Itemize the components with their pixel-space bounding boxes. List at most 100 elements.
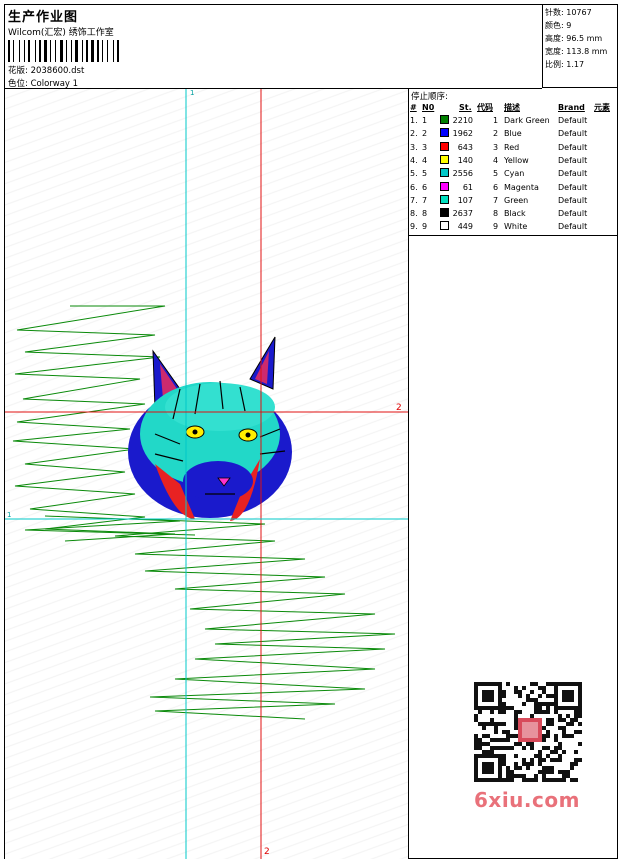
cat-head-embroidery: [128, 336, 292, 521]
thread-number: 9: [422, 222, 428, 232]
thread-row: 8. 8 2637 8 Black Default: [409, 207, 618, 220]
stat-height: 高度: 96.5 mm: [545, 34, 603, 43]
thread-index: 3.: [410, 142, 418, 152]
thread-description: White: [504, 222, 528, 232]
thread-row: 4. 4 140 4 Yellow Default: [409, 154, 618, 167]
design-file: 2038600.dst: [30, 66, 85, 76]
thread-number: 7: [422, 195, 428, 205]
thread-stop-sequence: 停止顺序: # N0 St. 代码 描述 Brand 元素 1. 1 2210 1 Da…: [409, 89, 618, 236]
thread-row: 6. 6 61 6 Magenta Default: [409, 181, 618, 194]
thread-index: 7.: [410, 195, 418, 205]
thread-number: 8: [422, 209, 428, 219]
thread-brand: Default: [558, 142, 588, 152]
thread-color-swatch: [440, 168, 449, 178]
production-sheet: 生产作业图 Wilcom(汇宏) 绣饰工作室 花版: 2038600.dst 色…: [0, 0, 620, 861]
thread-number: 4: [422, 155, 428, 165]
thread-brand: Default: [558, 222, 588, 232]
thread-stitch-count: 1962: [452, 129, 473, 139]
thread-table-header: # N0 St. 代码 描述 Brand 元素: [410, 103, 610, 112]
sheet-title: 生产作业图: [8, 10, 79, 25]
header-info: 生产作业图 Wilcom(汇宏) 绣饰工作室 花版: 2038600.dst 色…: [5, 5, 542, 89]
thread-index: 9.: [410, 222, 418, 232]
colorway-line: 色位: Colorway 1: [8, 77, 78, 89]
thread-description: Blue: [504, 129, 522, 139]
thread-index: 5.: [410, 169, 418, 179]
stat-colors: 颜色: 9: [545, 21, 572, 30]
colorway-label: 色位:: [8, 79, 28, 89]
thread-row: 5. 5 2556 5 Cyan Default: [409, 167, 618, 180]
guide-label-right-2: 2: [396, 403, 402, 413]
thread-row: 2. 2 1962 2 Blue Default: [409, 127, 618, 140]
thread-brand: Default: [558, 155, 588, 165]
thread-brand: Default: [558, 195, 588, 205]
thread-description: Yellow: [504, 155, 529, 165]
thread-stitch-count: 107: [457, 195, 473, 205]
thread-row: 7. 7 107 7 Green Default: [409, 194, 618, 207]
thread-index: 2.: [410, 129, 418, 139]
design-line: 花版: 2038600.dst: [8, 64, 84, 76]
thread-code: 9: [493, 222, 499, 232]
guide-label-bottom-2: 2: [264, 847, 270, 857]
embroidery-preview-svg: [5, 89, 408, 859]
thread-color-swatch: [440, 208, 449, 218]
thread-stitch-count: 140: [457, 155, 473, 165]
thread-brand: Default: [558, 116, 588, 125]
stat-width: 宽度: 113.8 mm: [545, 47, 608, 56]
guide-label-top-1: 1: [190, 89, 195, 97]
thread-color-swatch: [440, 221, 449, 231]
thread-code: 1: [493, 116, 499, 125]
design-stats: 针数: 10767 颜色: 9 高度: 96.5 mm 宽度: 113.8 mm…: [542, 5, 617, 88]
thread-color-swatch: [440, 128, 449, 138]
thread-description: Green: [504, 195, 529, 205]
thread-number: 6: [422, 182, 428, 192]
thread-color-swatch: [440, 154, 449, 164]
guide-label-left-1: 1: [7, 511, 12, 519]
thread-number: 2: [422, 129, 428, 139]
thread-number: 1: [422, 116, 428, 125]
thread-brand: Default: [558, 169, 588, 179]
thread-color-swatch: [440, 115, 449, 124]
site-watermark: 6xiu.com: [474, 788, 580, 812]
colorway-value: Colorway 1: [30, 79, 79, 89]
thread-color-swatch: [440, 181, 449, 191]
thread-index: 4.: [410, 155, 418, 165]
thread-code: 4: [493, 155, 499, 165]
thread-stitch-count: 2210: [452, 116, 473, 125]
thread-row: 1. 1 2210 1 Dark Green Default: [409, 114, 618, 127]
thread-code: 3: [493, 142, 499, 152]
thread-code: 6: [493, 182, 499, 192]
thread-color-swatch: [440, 141, 449, 151]
thread-index: 1.: [410, 116, 418, 125]
thread-description: Magenta: [504, 182, 539, 192]
thread-color-swatch: [440, 194, 449, 204]
thread-stitch-count: 449: [457, 222, 473, 232]
thread-index: 6.: [410, 182, 418, 192]
barcode: [8, 40, 145, 62]
thread-description: Cyan: [504, 169, 525, 179]
thread-brand: Default: [558, 182, 588, 192]
thread-row: 9. 9 449 9 White Default: [409, 220, 618, 233]
design-preview: 1 1 2 2: [5, 89, 409, 859]
thread-number: 3: [422, 142, 428, 152]
thread-code: 2: [493, 129, 499, 139]
stat-ratio: 比例: 1.17: [545, 60, 585, 69]
thread-code: 8: [493, 209, 499, 219]
qr-code: [474, 682, 582, 782]
company-name: Wilcom(汇宏) 绣饰工作室: [8, 28, 114, 38]
thread-code: 5: [493, 169, 499, 179]
thread-number: 5: [422, 169, 428, 179]
thread-description: Red: [504, 142, 520, 152]
thread-stitch-count: 2637: [452, 209, 473, 219]
thread-description: Dark Green: [504, 116, 550, 125]
thread-stitch-count: 61: [462, 182, 473, 192]
stat-stitches: 针数: 10767: [545, 8, 592, 17]
thread-description: Black: [504, 209, 526, 219]
thread-stitch-count: 643: [457, 142, 473, 152]
design-label: 花版:: [8, 66, 28, 76]
thread-row: 3. 3 643 3 Red Default: [409, 141, 618, 154]
thread-index: 8.: [410, 209, 418, 219]
thread-brand: Default: [558, 129, 588, 139]
thread-code: 7: [493, 195, 499, 205]
thread-brand: Default: [558, 209, 588, 219]
thread-stitch-count: 2556: [452, 169, 473, 179]
